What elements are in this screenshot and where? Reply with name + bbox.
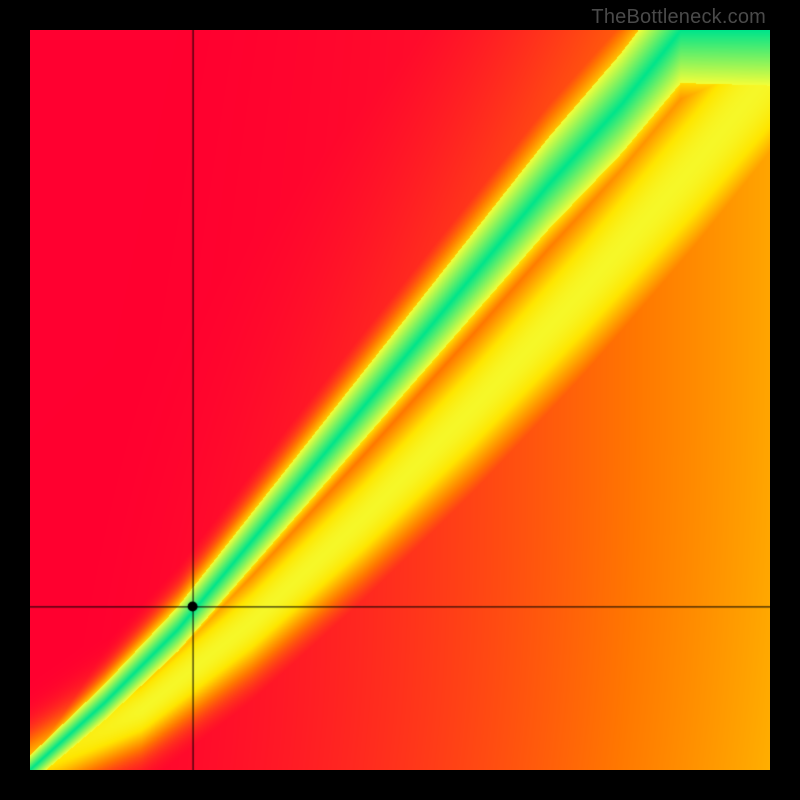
heatmap-frame xyxy=(30,30,770,770)
attribution-label: TheBottleneck.com xyxy=(591,6,766,29)
bottleneck-heatmap xyxy=(30,30,770,770)
